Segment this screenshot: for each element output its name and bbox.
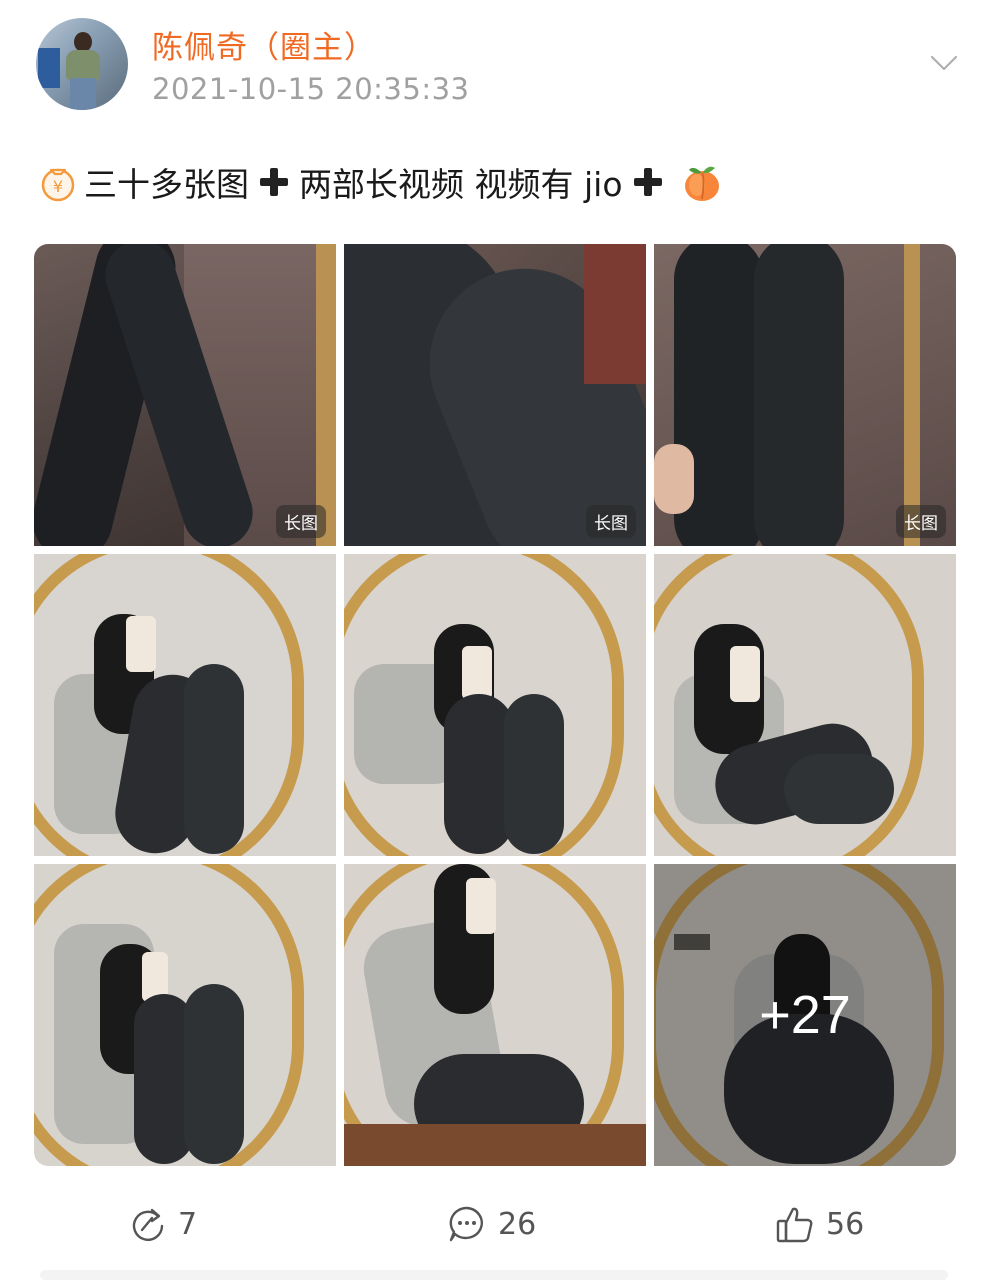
plus-icon — [631, 165, 665, 199]
comment-icon — [449, 1206, 483, 1242]
grid-image-3[interactable]: 长图 — [654, 244, 956, 546]
grid-image-4[interactable] — [34, 554, 336, 856]
image-grid: 长图 长图 长图 +27 — [34, 244, 956, 1166]
grid-image-6[interactable] — [654, 554, 956, 856]
long-image-badge: 长图 — [896, 505, 946, 538]
peach-icon — [681, 161, 723, 203]
chevron-down-icon[interactable] — [930, 54, 958, 72]
svg-text:¥: ¥ — [53, 177, 63, 196]
money-bag-icon: ¥ — [38, 162, 78, 202]
post-timestamp: 2021-10-15 20:35:33 — [152, 72, 470, 106]
action-bar: 7 26 56 — [0, 1190, 988, 1256]
repost-button[interactable]: 7 — [128, 1200, 197, 1248]
author-name[interactable]: 陈佩奇（圈主） — [152, 22, 376, 67]
like-count: 56 — [826, 1206, 865, 1242]
post-text-segment-2: 两部长视频 视频有 jio — [299, 165, 623, 204]
post-text-segment-1: 三十多张图 — [84, 165, 249, 204]
avatar[interactable] — [36, 18, 128, 110]
long-image-badge: 长图 — [586, 505, 636, 538]
comment-count: 26 — [498, 1206, 537, 1242]
post-text: ¥ 三十多张图 两部长视频 视频有 jio — [38, 156, 723, 208]
grid-image-2[interactable]: 长图 — [344, 244, 646, 546]
bottom-divider — [40, 1270, 948, 1280]
like-button[interactable]: 56 — [774, 1200, 864, 1248]
grid-image-9[interactable]: +27 — [654, 864, 956, 1166]
post-header: 陈佩奇（圈主） 2021-10-15 20:35:33 — [0, 0, 988, 130]
grid-image-5[interactable] — [344, 554, 646, 856]
avatar-figure-legs — [70, 78, 96, 110]
like-icon — [776, 1207, 813, 1243]
repost-icon — [132, 1208, 164, 1241]
more-images-count: +27 — [759, 985, 851, 1045]
avatar-background-detail — [38, 48, 60, 88]
more-images-overlay[interactable]: +27 — [654, 864, 956, 1166]
grid-image-8[interactable] — [344, 864, 646, 1166]
plus-icon — [257, 165, 291, 199]
avatar-figure-head — [74, 32, 92, 52]
comment-button[interactable]: 26 — [446, 1200, 536, 1248]
long-image-badge: 长图 — [276, 505, 326, 538]
grid-image-7[interactable] — [34, 864, 336, 1166]
avatar-figure-body — [66, 50, 100, 80]
repost-count: 7 — [178, 1206, 198, 1242]
grid-image-1[interactable]: 长图 — [34, 244, 336, 546]
